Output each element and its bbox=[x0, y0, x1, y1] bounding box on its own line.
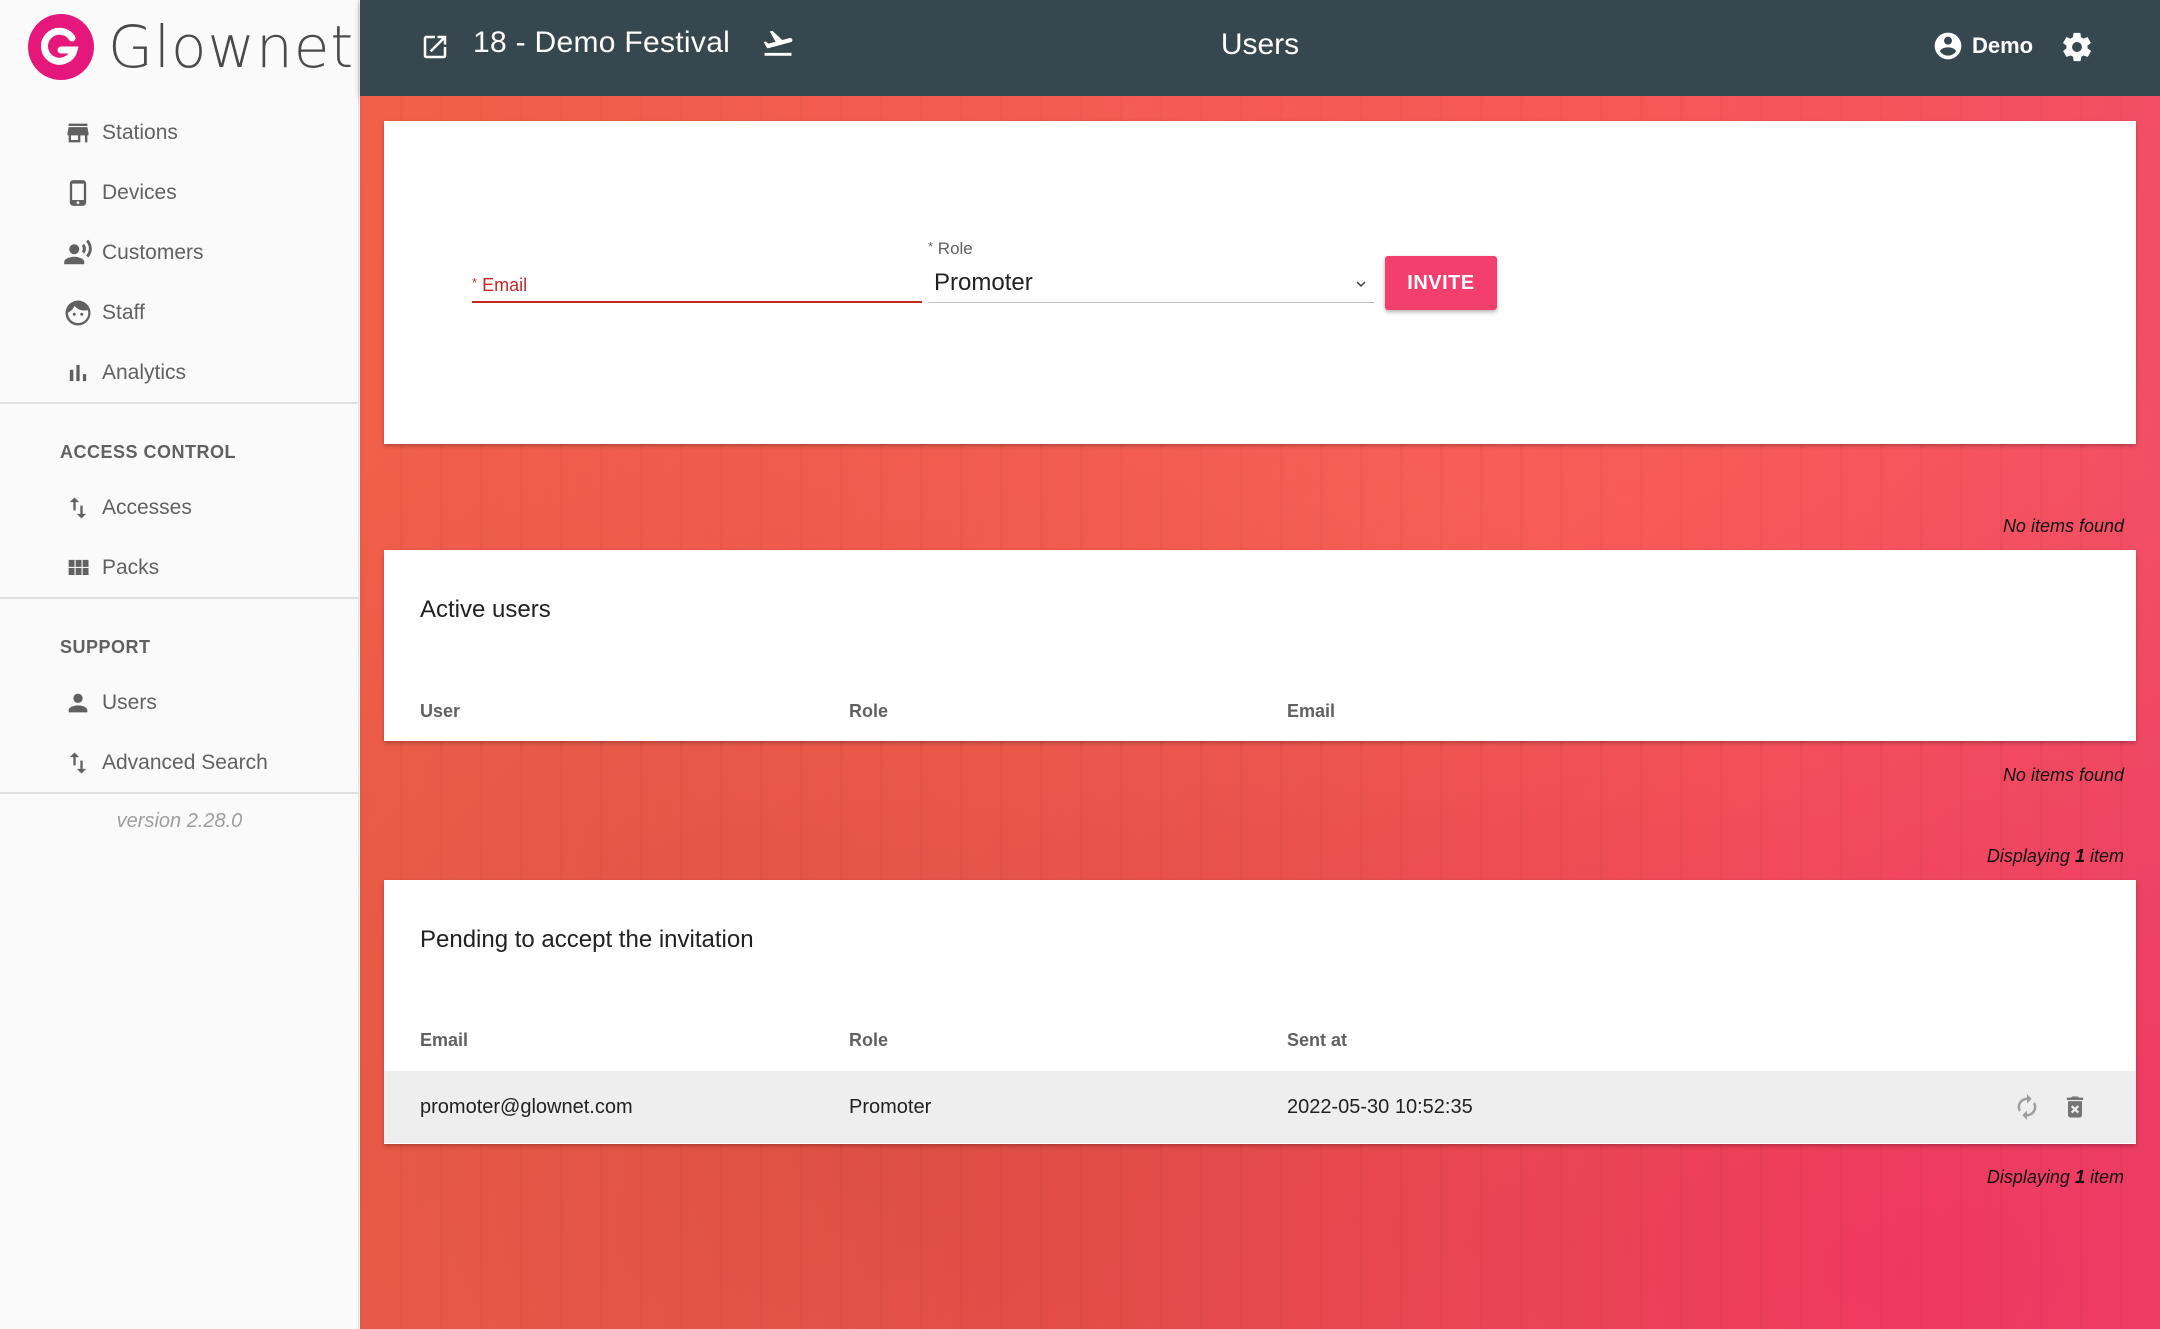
pending-count-note: Displaying 1 item bbox=[1986, 846, 2124, 866]
sidebar: Glownet Stations Devices Customers Staff… bbox=[0, 0, 359, 1329]
flight-takeoff-icon[interactable] bbox=[761, 26, 795, 65]
invite-button[interactable]: INVITE bbox=[1385, 256, 1497, 310]
bar-chart-icon bbox=[60, 355, 96, 391]
column-header-role[interactable]: Role bbox=[849, 1030, 888, 1051]
column-header-role[interactable]: Role bbox=[849, 701, 888, 722]
cell-email: promoter@glownet.com bbox=[420, 1096, 633, 1118]
grid-icon bbox=[60, 550, 96, 586]
logo-text: Glownet bbox=[108, 13, 355, 81]
column-header-email[interactable]: Email bbox=[1287, 701, 1335, 722]
settings-gear-icon[interactable] bbox=[2060, 30, 2094, 69]
event-name[interactable]: 18 - Demo Festival bbox=[473, 26, 730, 60]
user-menu[interactable]: Demo bbox=[1932, 30, 2033, 62]
glownet-logo[interactable]: Glownet bbox=[28, 13, 355, 81]
sidebar-item-label: Accesses bbox=[102, 496, 192, 519]
sidebar-item-label: Stations bbox=[102, 121, 178, 144]
role-select-value: Promoter bbox=[934, 269, 1033, 296]
active-users-empty-note-bottom: No items found bbox=[2002, 765, 2124, 785]
sidebar-item-label: Devices bbox=[102, 181, 177, 204]
section-title-access-control: ACCESS CONTROL bbox=[60, 442, 237, 462]
email-field[interactable]: * Email bbox=[472, 267, 922, 303]
sidebar-item-label: Packs bbox=[102, 556, 160, 579]
column-header-email[interactable]: Email bbox=[420, 1030, 468, 1051]
sidebar-divider bbox=[0, 792, 359, 794]
section-title-support: SUPPORT bbox=[60, 637, 151, 657]
role-field-label: * Role bbox=[928, 239, 973, 258]
sidebar-item-stations[interactable]: Stations bbox=[60, 108, 178, 158]
person-voice-icon bbox=[60, 235, 96, 271]
cell-role: Promoter bbox=[849, 1096, 932, 1118]
face-icon bbox=[60, 295, 96, 331]
sidebar-item-label: Users bbox=[102, 691, 157, 714]
active-users-empty-note: No items found bbox=[2002, 516, 2124, 536]
invite-form-card: * Email * Role Promoter INVITE bbox=[384, 121, 2136, 444]
column-header-sent-at[interactable]: Sent at bbox=[1287, 1030, 1347, 1051]
sidebar-divider bbox=[0, 597, 359, 599]
import-export-icon bbox=[60, 490, 96, 526]
import-export-icon bbox=[60, 745, 96, 781]
email-field-label: * Email bbox=[472, 275, 528, 295]
sidebar-item-devices[interactable]: Devices bbox=[60, 168, 177, 218]
app-version: version 2.28.0 bbox=[116, 810, 243, 832]
phone-icon bbox=[60, 175, 96, 211]
column-header-user[interactable]: User bbox=[420, 701, 460, 722]
sidebar-item-staff[interactable]: Staff bbox=[60, 288, 145, 338]
sidebar-item-packs[interactable]: Packs bbox=[60, 543, 159, 593]
sidebar-item-customers[interactable]: Customers bbox=[60, 228, 204, 278]
active-users-card: Active users User Role Email bbox=[384, 550, 2136, 741]
sidebar-item-label: Staff bbox=[102, 301, 145, 324]
chevron-down-icon bbox=[1352, 275, 1370, 298]
delete-icon[interactable] bbox=[2061, 1093, 2089, 1126]
table-row[interactable]: promoter@glownet.com Promoter 2022-05-30… bbox=[384, 1071, 2136, 1143]
pending-count-note-bottom: Displaying 1 item bbox=[1986, 1167, 2124, 1187]
sidebar-item-users[interactable]: Users bbox=[60, 678, 157, 728]
top-app-bar: 18 - Demo Festival Users Demo bbox=[360, 0, 2160, 96]
store-icon bbox=[60, 115, 96, 151]
account-circle-icon bbox=[1934, 32, 1962, 60]
open-external-icon[interactable] bbox=[420, 32, 450, 67]
glownet-logo-icon bbox=[28, 14, 94, 80]
sidebar-item-label: Analytics bbox=[102, 361, 187, 384]
card-title: Active users bbox=[420, 596, 551, 623]
sidebar-divider bbox=[0, 402, 359, 404]
user-name: Demo bbox=[1972, 33, 2034, 58]
person-icon bbox=[60, 685, 96, 721]
sidebar-item-label: Customers bbox=[102, 241, 204, 264]
card-title: Pending to accept the invitation bbox=[420, 926, 754, 953]
cell-sent-at: 2022-05-30 10:52:35 bbox=[1287, 1096, 1473, 1118]
resend-refresh-icon[interactable] bbox=[2013, 1093, 2041, 1126]
sidebar-item-analytics[interactable]: Analytics bbox=[60, 348, 186, 398]
role-select[interactable]: Promoter bbox=[928, 261, 1374, 303]
sidebar-item-advanced-search[interactable]: Advanced Search bbox=[60, 738, 268, 788]
sidebar-item-label: Advanced Search bbox=[102, 751, 268, 774]
sidebar-item-accesses[interactable]: Accesses bbox=[60, 483, 192, 533]
pending-invitations-card: Pending to accept the invitation Email R… bbox=[384, 880, 2136, 1144]
